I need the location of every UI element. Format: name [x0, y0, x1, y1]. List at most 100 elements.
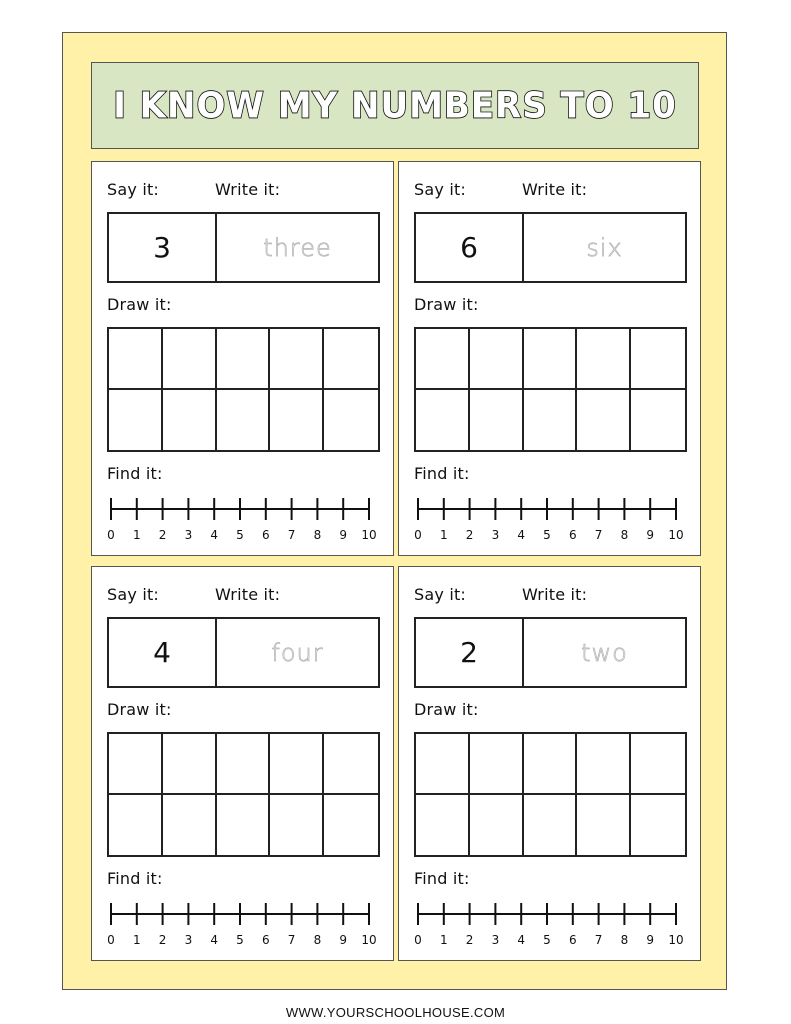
- number-line-label: 5: [236, 528, 244, 542]
- draw-it-label: Draw it:: [414, 295, 479, 314]
- find-it-label: Find it:: [414, 464, 470, 483]
- number-line-label: 9: [646, 933, 654, 947]
- ten-frame[interactable]: [414, 327, 687, 452]
- number-line-label: 6: [569, 528, 577, 542]
- ten-frame-cell[interactable]: [469, 329, 524, 390]
- ten-frame-cell[interactable]: [523, 329, 578, 390]
- ten-frame-cell[interactable]: [416, 329, 470, 390]
- number-line-label: 0: [107, 933, 115, 947]
- number-digit: 2: [416, 619, 524, 686]
- find-it-label: Find it:: [107, 464, 163, 483]
- number-line-label: 1: [440, 528, 448, 542]
- ten-frame-cell[interactable]: [631, 734, 685, 795]
- number-line-label: 2: [159, 528, 167, 542]
- say-it-label: Say it:: [414, 585, 467, 604]
- number-line-label: 6: [569, 933, 577, 947]
- ten-frame-cell[interactable]: [270, 734, 325, 795]
- ten-frame-cell[interactable]: [469, 734, 524, 795]
- number-line-label: 5: [543, 528, 551, 542]
- number-line-label: 8: [314, 933, 322, 947]
- trace-word[interactable]: six: [524, 214, 685, 281]
- trace-word[interactable]: four: [217, 619, 378, 686]
- ten-frame-cell[interactable]: [217, 389, 271, 450]
- number-line-label: 7: [288, 933, 296, 947]
- ten-frame-cell[interactable]: [324, 795, 378, 856]
- ten-frame-cell[interactable]: [416, 794, 470, 855]
- say-it-label: Say it:: [107, 180, 160, 199]
- number-line-label: 6: [262, 933, 270, 947]
- ten-frame-cell[interactable]: [162, 329, 217, 390]
- ten-frame-cell[interactable]: [631, 329, 685, 390]
- ten-frame-cell[interactable]: [162, 734, 217, 795]
- ten-frame-cell[interactable]: [109, 734, 163, 795]
- ten-frame-cell[interactable]: [270, 389, 325, 450]
- number-line-label: 10: [361, 528, 376, 542]
- ten-frame-cell[interactable]: [577, 329, 632, 390]
- ten-frame-cell[interactable]: [523, 734, 578, 795]
- ten-frame-cell[interactable]: [270, 329, 325, 390]
- number-line[interactable]: 0 1 2 3 4 5 6 7 8 9 10: [92, 492, 395, 552]
- number-line-label: 3: [185, 528, 193, 542]
- ten-frame-cell[interactable]: [216, 329, 271, 390]
- say-write-box: 2 two: [414, 617, 687, 688]
- number-line-label: 7: [288, 528, 296, 542]
- number-line[interactable]: 0 1 2 3 4 5 6 7 8 9 10: [92, 897, 395, 957]
- number-line-label: 3: [492, 933, 500, 947]
- write-it-label: Write it:: [215, 585, 281, 604]
- say-it-label: Say it:: [107, 585, 160, 604]
- number-line-label: 0: [414, 528, 422, 542]
- ten-frame-cell[interactable]: [324, 734, 378, 795]
- write-it-label: Write it:: [215, 180, 281, 199]
- number-line-label: 4: [517, 528, 525, 542]
- ten-frame-cell[interactable]: [577, 734, 632, 795]
- trace-word[interactable]: three: [217, 214, 378, 281]
- number-card: Say it: Write it: 2 two Draw it: Find it…: [398, 566, 701, 961]
- ten-frame-cell[interactable]: [324, 329, 378, 390]
- number-line-label: 6: [262, 528, 270, 542]
- number-line-label: 1: [440, 933, 448, 947]
- ten-frame-cell[interactable]: [416, 734, 470, 795]
- ten-frame-cell[interactable]: [577, 794, 632, 855]
- ten-frame[interactable]: [414, 732, 687, 857]
- number-line-label: 5: [236, 933, 244, 947]
- say-it-label: Say it:: [414, 180, 467, 199]
- ten-frame-cell[interactable]: [524, 389, 578, 450]
- number-line[interactable]: 0 1 2 3 4 5 6 7 8 9 10: [399, 897, 702, 957]
- write-it-label: Write it:: [522, 585, 588, 604]
- ten-frame-cell[interactable]: [416, 389, 470, 450]
- ten-frame-cell[interactable]: [109, 389, 163, 450]
- draw-it-label: Draw it:: [107, 295, 172, 314]
- number-line-label: 8: [621, 528, 629, 542]
- ten-frame-cell[interactable]: [109, 329, 163, 390]
- number-digit: 3: [109, 214, 217, 281]
- number-line-label: 4: [210, 933, 218, 947]
- number-line-label: 8: [621, 933, 629, 947]
- ten-frame-cell[interactable]: [216, 734, 271, 795]
- title-banner: I KNOW MY NUMBERS TO 10: [91, 62, 699, 149]
- number-line-label: 4: [210, 528, 218, 542]
- ten-frame-cell[interactable]: [631, 795, 685, 856]
- number-digit: 4: [109, 619, 217, 686]
- ten-frame[interactable]: [107, 732, 380, 857]
- ten-frame-cell[interactable]: [270, 794, 325, 855]
- ten-frame[interactable]: [107, 327, 380, 452]
- number-line-label: 4: [517, 933, 525, 947]
- find-it-label: Find it:: [107, 869, 163, 888]
- ten-frame-cell[interactable]: [470, 794, 524, 855]
- say-write-box: 6 six: [414, 212, 687, 283]
- number-line-label: 10: [668, 528, 683, 542]
- ten-frame-cell[interactable]: [217, 794, 271, 855]
- number-line-label: 9: [339, 528, 347, 542]
- number-line[interactable]: 0 1 2 3 4 5 6 7 8 9 10: [399, 492, 702, 552]
- ten-frame-cell[interactable]: [577, 389, 632, 450]
- trace-word[interactable]: two: [524, 619, 685, 686]
- number-digit: 6: [416, 214, 524, 281]
- ten-frame-cell[interactable]: [470, 389, 524, 450]
- ten-frame-cell[interactable]: [631, 390, 685, 451]
- ten-frame-cell[interactable]: [163, 794, 217, 855]
- ten-frame-cell[interactable]: [109, 794, 163, 855]
- ten-frame-cell[interactable]: [524, 794, 578, 855]
- ten-frame-cell[interactable]: [324, 390, 378, 451]
- number-line-label: 10: [668, 933, 683, 947]
- ten-frame-cell[interactable]: [163, 389, 217, 450]
